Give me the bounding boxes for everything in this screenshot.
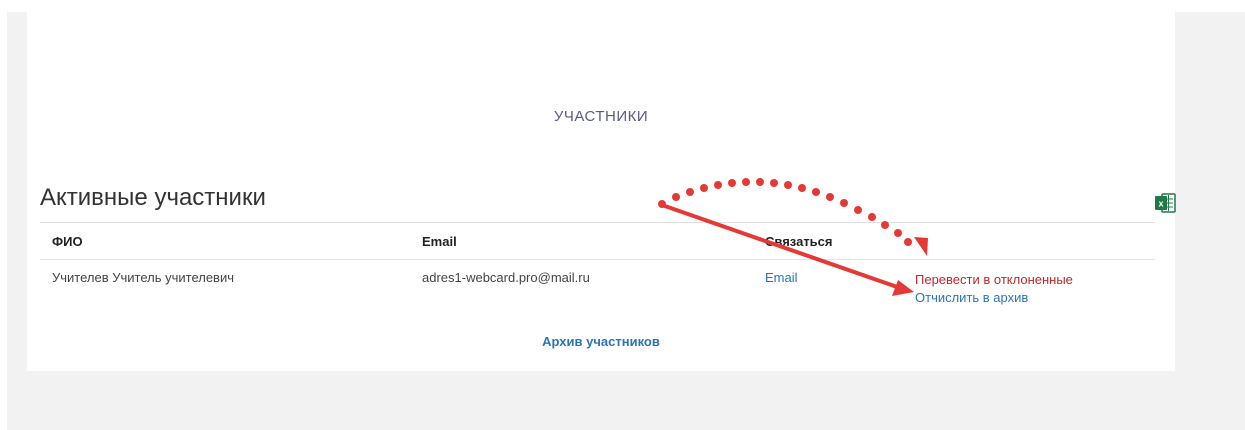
column-header-contact: Связаться (765, 234, 833, 249)
excel-icon[interactable]: x (1154, 192, 1176, 214)
participant-name: Учителев Учитель учителевич (52, 270, 234, 285)
participants-card: УЧАСТНИКИ Активные участники x ФИО Email… (27, 12, 1176, 371)
active-participants-heading: Активные участники (40, 184, 266, 211)
move-to-archive-link[interactable]: Отчислить в архив (915, 290, 1028, 305)
contact-email-link[interactable]: Email (765, 270, 798, 285)
participant-email: adres1-webcard.pro@mail.ru (422, 270, 590, 285)
move-to-rejected-link[interactable]: Перевести в отклоненные (915, 272, 1073, 287)
column-header-email: Email (422, 234, 457, 249)
section-title: УЧАСТНИКИ (553, 108, 649, 125)
archive-participants-link[interactable]: Архив участников (27, 334, 1175, 349)
column-header-name: ФИО (52, 234, 83, 249)
table-top-divider (40, 222, 1155, 223)
svg-text:x: x (1158, 199, 1163, 209)
table-header-divider (40, 259, 1155, 260)
